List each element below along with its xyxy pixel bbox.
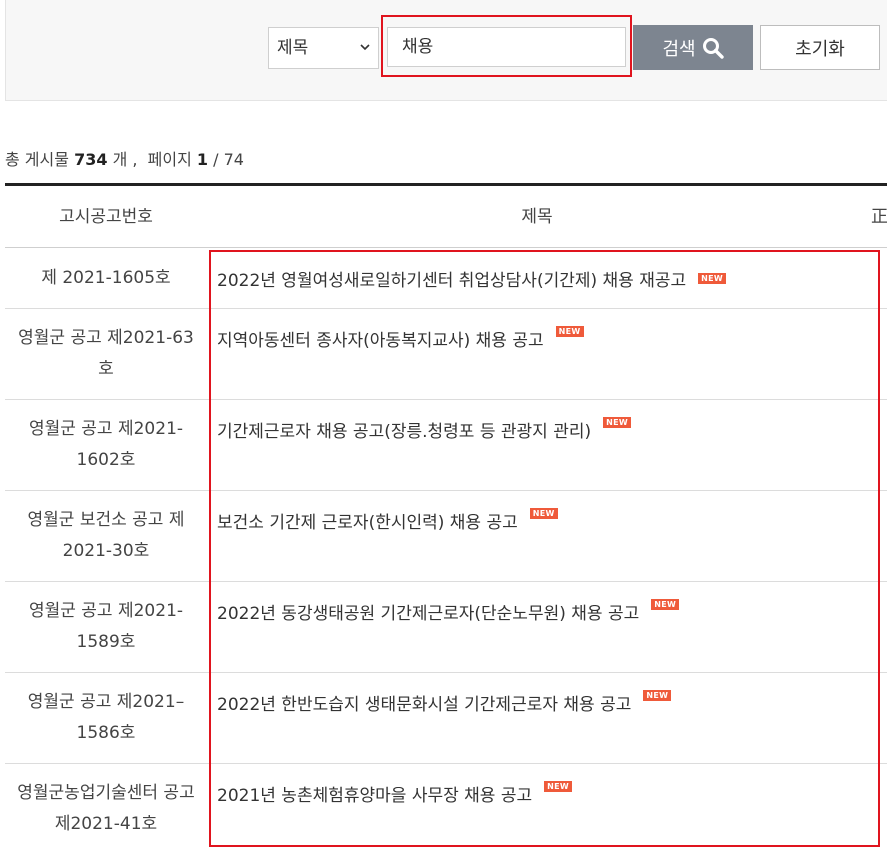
post-title-link[interactable]: 2022년 동강생태공원 기간제근로자(단순노무원) 채용 공고 NEW — [217, 582, 680, 672]
new-badge: NEW — [643, 690, 672, 701]
notice-number: 영월군 보건소 공고 제2021-30호 — [27, 510, 185, 561]
post-title[interactable]: 기간제근로자 채용 공고(장릉.청령포 등 관광지 관리) — [217, 417, 591, 442]
total-pages: / 74 — [213, 150, 244, 169]
search-button-label: 검색 — [662, 38, 696, 60]
post-title-link[interactable]: 지역아동센터 종사자(아동복지교사) 채용 공고 NEW — [217, 309, 584, 399]
search-input[interactable]: 채용 — [387, 27, 626, 67]
header-extra-cut: 正 — [871, 207, 887, 227]
post-title[interactable]: 2022년 한반도습지 생태문화시설 기간제근로자 채용 공고 — [217, 690, 631, 715]
total-posts: 734 — [74, 150, 108, 169]
new-badge: NEW — [651, 599, 680, 610]
post-title-link[interactable]: 보건소 기간제 근로자(한시인력) 채용 공고 NEW — [217, 491, 558, 581]
current-page: 1 — [196, 150, 209, 169]
summary-prefix: 총 게시물 — [5, 150, 69, 169]
notice-number: 제 2021-1605호 — [41, 267, 171, 288]
notice-number: 영월군 공고 제2021–1586호 — [27, 692, 185, 743]
page-label: 페이지 — [147, 150, 192, 169]
new-badge: NEW — [544, 781, 573, 792]
search-field-select-value: 제목 — [277, 38, 309, 58]
search-icon — [702, 37, 724, 59]
new-badge: NEW — [529, 508, 558, 519]
table-row: 영월군 공고 제2021-1602호 기간제근로자 채용 공고(장릉.청령포 등… — [5, 400, 887, 491]
header-notice-number: 고시공고번호 — [59, 207, 153, 227]
table-row: 영월군 공고 제2021–1586호 2022년 한반도습지 생태문화시설 기간… — [5, 673, 887, 764]
table-header: 고시공고번호 제목 正 — [5, 186, 887, 248]
reset-button[interactable]: 초기화 — [760, 25, 880, 70]
new-badge: NEW — [555, 326, 584, 337]
table-row: 영월군 보건소 공고 제2021-30호 보건소 기간제 근로자(한시인력) 채… — [5, 491, 887, 582]
new-badge: NEW — [698, 272, 727, 284]
table-row: 영월군 공고 제2021-63호 지역아동센터 종사자(아동복지교사) 채용 공… — [5, 309, 887, 400]
search-button[interactable]: 검색 — [633, 25, 753, 70]
post-title-link[interactable]: 2022년 한반도습지 생태문화시설 기간제근로자 채용 공고 NEW — [217, 673, 672, 763]
new-badge: NEW — [603, 417, 632, 428]
post-title-link[interactable]: 기간제근로자 채용 공고(장릉.청령포 등 관광지 관리) NEW — [217, 400, 632, 490]
table-row: 영월군농업기술센터 공고 제2021-41호 2021년 농촌체험휴양마을 사무… — [5, 764, 887, 852]
post-count-summary: 총 게시물 734 개 , 페이지 1 / 74 — [5, 146, 244, 170]
post-title[interactable]: 2021년 농촌체험휴양마을 사무장 채용 공고 — [217, 781, 532, 806]
search-input-highlight: 채용 — [381, 15, 632, 77]
summary-unit: 개 , — [112, 150, 138, 169]
notice-number: 영월군 공고 제2021-1589호 — [28, 601, 184, 652]
notice-number: 영월군농업기술센터 공고 제2021-41호 — [17, 783, 195, 834]
notice-number: 영월군 공고 제2021-1602호 — [28, 419, 184, 470]
header-title: 제목 — [521, 207, 553, 227]
post-title[interactable]: 지역아동센터 종사자(아동복지교사) 채용 공고 — [217, 326, 544, 351]
post-title[interactable]: 보건소 기간제 근로자(한시인력) 채용 공고 — [217, 508, 518, 533]
post-title-link[interactable]: 2021년 농촌체험휴양마을 사무장 채용 공고 NEW — [217, 764, 573, 852]
post-title-link[interactable]: 2022년 영월여성새로일하기센터 취업상담사(기간제) 채용 재공고 NEW — [217, 248, 727, 308]
search-field-select[interactable]: 제목 — [268, 27, 379, 69]
notice-number: 영월군 공고 제2021-63호 — [18, 328, 194, 379]
chevron-down-icon — [360, 44, 370, 51]
notice-board-table: 고시공고번호 제목 正 제 2021-1605호 2022년 영월여성새로일하기… — [5, 183, 887, 852]
post-title[interactable]: 2022년 영월여성새로일하기센터 취업상담사(기간제) 채용 재공고 — [217, 266, 686, 291]
table-row: 영월군 공고 제2021-1589호 2022년 동강생태공원 기간제근로자(단… — [5, 582, 887, 673]
table-row: 제 2021-1605호 2022년 영월여성새로일하기센터 취업상담사(기간제… — [5, 248, 887, 309]
post-title[interactable]: 2022년 동강생태공원 기간제근로자(단순노무원) 채용 공고 — [217, 599, 639, 624]
